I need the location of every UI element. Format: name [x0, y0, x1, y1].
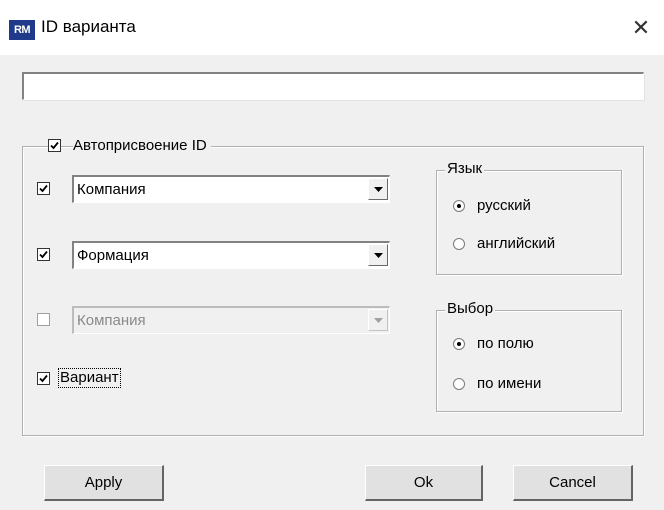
app-icon: RM: [9, 20, 35, 40]
auto-assign-checkbox[interactable]: [48, 139, 61, 152]
row2-field-select[interactable]: Формация: [72, 241, 390, 269]
selection-group: [436, 310, 622, 412]
row1-checkbox[interactable]: [37, 182, 50, 195]
row2-dropdown-button[interactable]: [368, 244, 388, 266]
dropdown-arrow-icon: [373, 252, 383, 258]
title-bar: RM ID варианта ✕: [0, 0, 664, 55]
language-group: [436, 170, 622, 275]
row3-dropdown-button[interactable]: [368, 309, 388, 331]
row1-dropdown-button[interactable]: [368, 178, 388, 200]
variant-label: Вариант: [58, 368, 121, 388]
row1-field-value: Компания: [77, 181, 146, 198]
row2-field-value: Формация: [77, 247, 149, 264]
row3-field-value: Компания: [77, 312, 146, 329]
radio-selected-dot: [457, 342, 461, 346]
checkmark-icon: [50, 141, 59, 150]
apply-button[interactable]: Apply: [44, 465, 164, 501]
selection-group-title: Выбор: [445, 300, 496, 318]
language-english-label: английский: [477, 235, 556, 252]
row3-checkbox[interactable]: [37, 313, 50, 326]
checkmark-icon: [39, 374, 48, 383]
window-title: ID варианта: [41, 17, 136, 36]
variant-id-input[interactable]: [22, 72, 644, 100]
close-icon: ✕: [631, 15, 651, 40]
selection-by-field-radio[interactable]: [453, 338, 465, 350]
ok-button[interactable]: Ok: [365, 465, 483, 501]
dropdown-arrow-icon: [373, 186, 383, 192]
auto-assign-label: Автоприсвоение ID: [73, 137, 211, 155]
variant-checkbox[interactable]: [37, 372, 50, 385]
selection-by-field-label: по полю: [477, 335, 534, 352]
row3-field-select[interactable]: Компания: [72, 306, 390, 334]
row2-checkbox[interactable]: [37, 248, 50, 261]
checkmark-icon: [39, 184, 48, 193]
dropdown-arrow-icon: [373, 317, 383, 323]
selection-by-name-radio[interactable]: [453, 378, 465, 390]
selection-by-name-label: по имени: [477, 375, 542, 392]
close-button[interactable]: ✕: [618, 8, 664, 48]
checkmark-icon: [39, 250, 48, 259]
cancel-button[interactable]: Cancel: [513, 465, 633, 501]
row1-field-select[interactable]: Компания: [72, 175, 390, 203]
language-russian-radio[interactable]: [453, 200, 465, 212]
language-english-radio[interactable]: [453, 238, 465, 250]
language-russian-label: русский: [477, 197, 531, 214]
radio-selected-dot: [457, 204, 461, 208]
language-group-title: Язык: [445, 160, 485, 178]
